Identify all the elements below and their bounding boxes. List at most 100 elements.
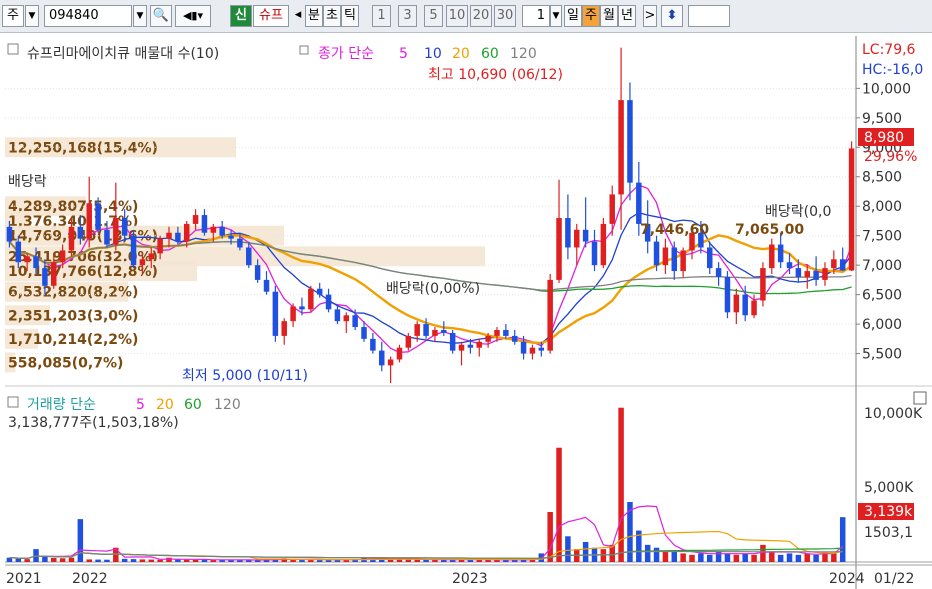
minute-step-5[interactable]: 5 — [424, 5, 443, 27]
period-day-button[interactable]: 일 — [564, 5, 582, 27]
candle-body — [42, 268, 48, 286]
stock-name-field[interactable]: 슈프 — [253, 5, 289, 27]
candle-body — [95, 203, 101, 230]
volume-bar — [556, 447, 562, 562]
legend-vol-ma20: 20 — [156, 397, 174, 413]
legend-ma20: 20 — [452, 46, 470, 62]
volume-bar — [405, 559, 412, 562]
candle-body — [104, 229, 110, 245]
stock-code-input[interactable]: 094840 — [44, 5, 132, 27]
candle-body — [263, 279, 270, 292]
volume-bar — [653, 547, 660, 562]
candle-body — [237, 238, 243, 248]
chevron-down-icon[interactable]: ▼ — [133, 5, 147, 27]
profile-label: 6,532,820(8,2%) — [8, 285, 138, 301]
candle-body — [565, 218, 571, 248]
candle-body — [706, 247, 713, 269]
candle-body — [662, 247, 669, 266]
dividend-label-2: 배당락(0,00%) — [386, 281, 480, 297]
candle-body — [86, 203, 92, 239]
hc-label: HC:-16,0 — [862, 62, 923, 78]
minute-step-3[interactable]: 3 — [398, 5, 417, 27]
candle-body — [130, 235, 137, 266]
period-week-button[interactable]: 주 — [582, 5, 600, 27]
candle-body — [113, 218, 119, 245]
period-month-button[interactable]: 월 — [600, 5, 618, 27]
chevron-down-icon[interactable]: ▼ — [25, 5, 39, 27]
candle-body — [547, 279, 553, 351]
candle-body — [609, 194, 615, 224]
candle-body — [299, 306, 305, 310]
y-tick-label: 10,000 — [862, 81, 911, 97]
period-year-button[interactable]: 년 — [618, 5, 636, 27]
candle-body — [839, 259, 846, 271]
stock-chart: 12,250,168(15,4%)4,289,807(5,4%)1,376,34… — [0, 34, 932, 589]
volume-bar — [795, 554, 802, 562]
search-icon[interactable]: 🔍 — [150, 5, 172, 27]
volume-current-label: 3,139k — [864, 504, 913, 520]
profile-label: 558,085(0,7%) — [8, 355, 123, 371]
candle-body — [396, 347, 403, 360]
candle-body — [600, 223, 607, 266]
volume-bar — [689, 554, 695, 562]
volume-bar — [706, 554, 713, 562]
volume-bar — [423, 559, 429, 562]
interval-minute-button[interactable]: 분 — [305, 5, 323, 27]
candle-body — [494, 330, 500, 336]
volume-bar — [77, 519, 84, 562]
volume-bar — [804, 553, 810, 562]
minute-step-1[interactable]: 1 — [372, 5, 391, 27]
updown-icon[interactable]: ⬍ — [661, 5, 683, 27]
chevron-down-icon[interactable]: ▼ — [550, 5, 562, 27]
candle-body — [210, 226, 217, 233]
extra-input[interactable] — [688, 5, 730, 27]
volume-bar — [724, 553, 731, 562]
y-tick-label: 9,500 — [862, 111, 902, 127]
interval-second-button[interactable]: 초 — [323, 5, 341, 27]
candle-body — [121, 218, 128, 236]
candle-body — [529, 347, 536, 354]
volume-ma-label: 1503,1 — [864, 525, 913, 541]
candle-body — [308, 288, 314, 310]
candle-body — [804, 271, 810, 277]
candle-body — [33, 256, 39, 269]
pane-close-icon[interactable] — [913, 391, 927, 405]
volume-bar — [59, 558, 66, 562]
minute-step-30[interactable]: 30 — [494, 5, 516, 27]
candle-body — [15, 241, 22, 263]
interval-tick-button[interactable]: 틱 — [341, 5, 359, 27]
candle-body — [680, 250, 686, 272]
minute-step-20[interactable]: 20 — [470, 5, 492, 27]
legend-ma5: 5 — [399, 46, 408, 62]
speaker-icon[interactable]: ◀▮▾ — [175, 5, 211, 27]
candle-body — [228, 235, 234, 239]
candle-body — [325, 294, 332, 310]
candle-body — [848, 148, 855, 271]
new-badge[interactable]: 신 — [230, 5, 252, 27]
volume-bar — [733, 554, 740, 562]
volume-bar — [24, 559, 30, 562]
volume-bar — [148, 559, 155, 562]
period-type-select[interactable]: 주 — [2, 5, 24, 27]
candle-body — [432, 330, 438, 336]
y-tick-label: 6,000 — [862, 317, 902, 333]
volume-bar — [139, 559, 146, 562]
candle-body — [618, 100, 624, 195]
candle-body — [370, 338, 376, 351]
volume-bar — [192, 559, 199, 562]
profile-label: 2,351,203(3,0%) — [8, 308, 138, 324]
chart-title: 슈프리마에이치큐 매물대 수(10) — [27, 46, 219, 62]
lc-label: LC:79,6 — [862, 42, 916, 58]
candle-body — [246, 247, 252, 266]
arrow-left-icon[interactable]: ◂ — [292, 5, 304, 27]
minute-step-10[interactable]: 10 — [446, 5, 468, 27]
candle-body — [405, 335, 412, 348]
volume-bar — [175, 559, 181, 562]
count-input[interactable]: 1 — [522, 5, 550, 27]
volume-summary: 3,138,777주(1,503,18%) — [8, 415, 179, 431]
candle-body — [520, 341, 527, 354]
candle-body — [6, 226, 13, 242]
arrow-right-icon[interactable]: > — [643, 5, 657, 27]
legend-vol-ma60: 60 — [184, 397, 202, 413]
candle-body — [733, 294, 740, 313]
